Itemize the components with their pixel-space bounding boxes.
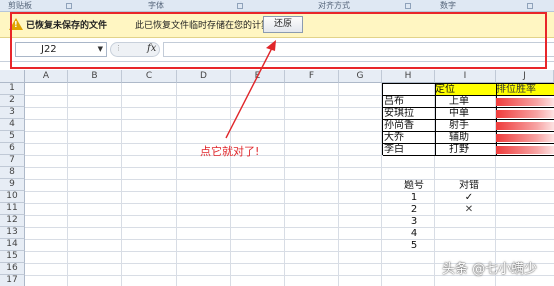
- watermark: 头条 @七小螨少: [442, 262, 538, 277]
- annotation-arrow: [225, 40, 276, 139]
- annotation-text: 点它就对了!: [200, 145, 260, 158]
